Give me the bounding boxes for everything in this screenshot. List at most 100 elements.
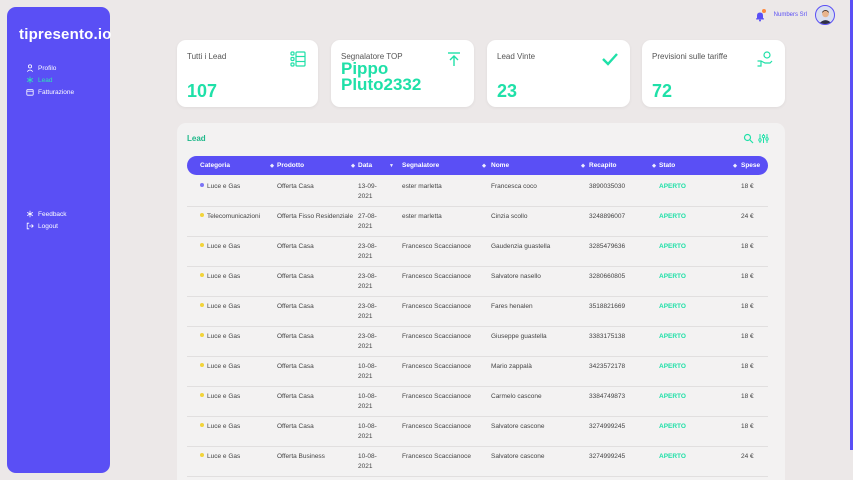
cell-recapito: 3383175138: [589, 333, 626, 340]
cell-segnalatore: Francesco Scaccianoce: [402, 273, 472, 280]
cell-spese: 18 €: [741, 363, 754, 370]
header-label: Data: [358, 162, 373, 169]
table-row[interactable]: Luce e Gas Offerta Casa 23-08-2021 Francesc…: [187, 297, 768, 327]
cell-stato: APERTO: [659, 363, 686, 370]
sort-icon[interactable]: ◆: [652, 163, 656, 169]
cell-recapito: 3890035030: [589, 183, 626, 190]
sidebar-item-logout[interactable]: Logout: [26, 220, 67, 232]
card-segnalatore-top[interactable]: Segnalatore TOP Pippo Pluto2332: [331, 40, 474, 107]
cell-prodotto: Offerta Casa: [277, 333, 314, 340]
table-row[interactable]: Luce e Gas Offerta Casa 13-09-2021 ester ma…: [187, 177, 768, 207]
table-row[interactable]: Luce e Gas Offerta Casa 10-08-2021 Francesc…: [187, 387, 768, 417]
header-label: Recapito: [589, 162, 617, 169]
category-dot: [200, 333, 204, 337]
cell-recapito: 3280660805: [589, 273, 626, 280]
cell-recapito: 3274999245: [589, 423, 626, 430]
cell-stato: APERTO: [659, 303, 686, 310]
cell-spese: 18 €: [741, 183, 754, 190]
table-row[interactable]: Luce e Gas Offerta Casa 23-08-2021 Francesc…: [187, 237, 768, 267]
list-icon: [289, 50, 307, 68]
cell-data: 10-08-2021: [358, 393, 377, 410]
table-header: Categoria ◆ Prodotto ◆ Data ▼ Segnalatore ◆ …: [187, 156, 768, 175]
header-data[interactable]: Data ▼: [358, 156, 398, 175]
card-previsioni-tariffe[interactable]: Previsioni sulle tariffe 72: [642, 40, 785, 107]
cell-segnalatore: Francesco Scaccianoce: [402, 243, 472, 250]
header-stato[interactable]: Stato ◆: [659, 156, 741, 175]
table-body: Luce e Gas Offerta Casa 13-09-2021 ester ma…: [187, 177, 768, 477]
category-dot: [200, 243, 204, 247]
cell-prodotto: Offerta Casa: [277, 303, 314, 310]
card-value: 107: [187, 81, 218, 101]
header-prodotto[interactable]: Prodotto ◆: [277, 156, 359, 175]
card-value: Pippo Pluto2332: [341, 59, 422, 94]
cell-stato: APERTO: [659, 213, 686, 220]
cell-segnalatore: Francesco Scaccianoce: [402, 423, 472, 430]
cell-prodotto: Offerta Business: [277, 453, 325, 460]
cell-stato: APERTO: [659, 453, 686, 460]
search-icon[interactable]: [743, 131, 754, 149]
cell-spese: 18 €: [741, 393, 754, 400]
header-segnalatore[interactable]: Segnalatore ◆: [402, 156, 490, 175]
company-name[interactable]: Numbers Srl: [774, 12, 807, 18]
sidebar-item-feedback[interactable]: Feedback: [26, 208, 67, 220]
card-lead-vinte[interactable]: Lead Vinte 23: [487, 40, 630, 107]
sidebar-item-label: Logout: [38, 222, 58, 230]
cell-recapito: 3518821669: [589, 303, 626, 310]
cell-nome: Gaudenzia guastella: [491, 243, 551, 250]
cell-nome: Carmelo cascone: [491, 393, 542, 400]
category-dot: [200, 363, 204, 367]
cell-segnalatore: Francesco Scaccianoce: [402, 393, 472, 400]
app-logo[interactable]: tipresento.io: [19, 26, 112, 43]
cell-spese: 18 €: [741, 423, 754, 430]
cell-data: 23-08-2021: [358, 273, 377, 290]
cell-data: 23-08-2021: [358, 303, 377, 320]
cell-prodotto: Offerta Casa: [277, 243, 314, 250]
sidebar-item-lead[interactable]: Lead: [26, 74, 74, 86]
table-row[interactable]: Luce e Gas Offerta Casa 23-08-2021 Francesc…: [187, 267, 768, 297]
avatar[interactable]: [815, 5, 835, 25]
logout-icon: [26, 222, 34, 230]
cell-categoria: Luce e Gas: [200, 272, 274, 282]
panel-title: Lead: [187, 134, 206, 143]
sidebar-item-fatturazione[interactable]: Fatturazione: [26, 86, 74, 98]
header-spese[interactable]: Spese: [741, 156, 768, 175]
cell-segnalatore: Francesco Scaccianoce: [402, 303, 472, 310]
table-row[interactable]: Luce e Gas Offerta Casa 23-08-2021 Francesc…: [187, 327, 768, 357]
category-label: Luce e Gas: [207, 183, 241, 190]
header-categoria[interactable]: Categoria ◆: [200, 156, 278, 175]
header-recapito[interactable]: Recapito ◆: [589, 156, 660, 175]
cell-prodotto: Offerta Casa: [277, 423, 314, 430]
cell-data: 23-08-2021: [358, 243, 377, 260]
cell-data: 27-08-2021: [358, 213, 377, 230]
cell-categoria: Luce e Gas: [200, 392, 274, 402]
sort-icon[interactable]: ◆: [270, 163, 274, 169]
sort-desc-icon[interactable]: ▼: [389, 163, 394, 169]
asterisk-icon: [26, 76, 34, 84]
category-dot: [200, 273, 204, 277]
cell-nome: Salvatore nasello: [491, 273, 541, 280]
sort-icon[interactable]: ◆: [581, 163, 585, 169]
sort-icon[interactable]: ◆: [733, 163, 737, 169]
table-row[interactable]: Luce e Gas Offerta Casa 10-08-2021 Francesc…: [187, 357, 768, 387]
sort-icon[interactable]: ◆: [351, 163, 355, 169]
table-row[interactable]: Luce e Gas Offerta Business 10-08-2021 Fran…: [187, 447, 768, 477]
category-dot: [200, 213, 204, 217]
cell-nome: Salvatore cascone: [491, 423, 545, 430]
card-value: 23: [497, 81, 518, 101]
category-label: Luce e Gas: [207, 333, 241, 340]
header-label: Spese: [741, 162, 761, 169]
bell-icon[interactable]: [754, 9, 766, 22]
sort-icon[interactable]: ◆: [482, 163, 486, 169]
sidebar-item-profilo[interactable]: Profilo: [26, 62, 74, 74]
table-row[interactable]: Luce e Gas Offerta Casa 10-08-2021 Francesc…: [187, 417, 768, 447]
user-icon: [26, 64, 34, 72]
filter-icon[interactable]: [758, 131, 769, 149]
header-nome[interactable]: Nome ◆: [491, 156, 589, 175]
cell-data: 10-08-2021: [358, 423, 377, 440]
category-label: Luce e Gas: [207, 243, 241, 250]
card-tutti-lead[interactable]: Tutti i Lead 107: [177, 40, 318, 107]
card-label: Previsioni sulle tariffe: [652, 52, 728, 61]
table-row[interactable]: Telecomunicazioni Offerta Fisso Residenzi…: [187, 207, 768, 237]
cell-recapito: 3384749873: [589, 393, 626, 400]
cell-nome: Salvatore cascone: [491, 453, 545, 460]
